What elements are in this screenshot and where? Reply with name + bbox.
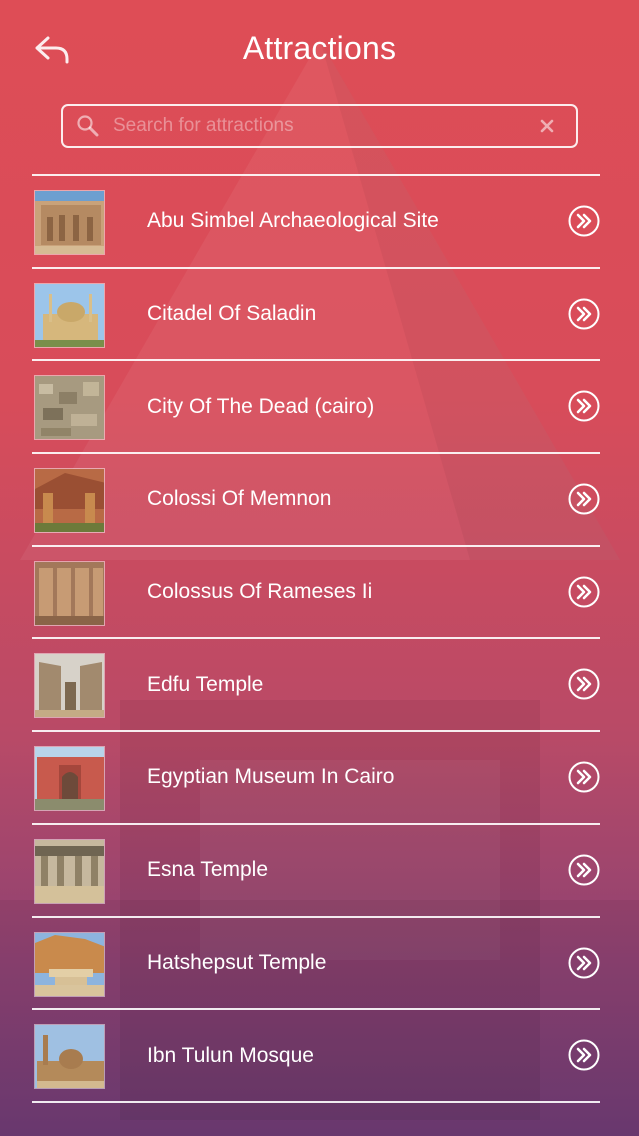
list-item[interactable]: Colossi Of Memnon <box>32 454 600 547</box>
double-chevron-right-icon[interactable] <box>568 298 600 330</box>
search-input[interactable] <box>113 115 518 137</box>
list-item-label: Citadel Of Saladin <box>147 302 317 326</box>
list-item[interactable]: Esna Temple <box>32 825 600 918</box>
attractions-list: Abu Simbel Archaeological Site Citadel O… <box>32 174 600 1103</box>
thumbnail-image <box>34 931 105 997</box>
search-bar <box>61 104 578 148</box>
clear-search-button[interactable] <box>518 119 576 133</box>
list-item[interactable]: Citadel Of Saladin <box>32 269 600 362</box>
double-chevron-right-icon[interactable] <box>568 576 600 608</box>
list-item-label: Ibn Tulun Mosque <box>147 1043 314 1067</box>
thumbnail-image <box>34 190 105 255</box>
header: Attractions <box>0 0 639 100</box>
double-chevron-right-icon[interactable] <box>568 1039 600 1071</box>
thumbnail-image <box>34 838 105 904</box>
list-item[interactable]: Abu Simbel Archaeological Site <box>32 176 600 269</box>
list-item[interactable]: Colossus Of Rameses Ii <box>32 547 600 640</box>
double-chevron-right-icon[interactable] <box>568 668 600 700</box>
page-title: Attractions <box>242 30 397 66</box>
double-chevron-right-icon[interactable] <box>568 947 600 979</box>
double-chevron-right-icon[interactable] <box>568 761 600 793</box>
list-item[interactable]: Ibn Tulun Mosque <box>32 1010 600 1103</box>
list-item-label: Edfu Temple <box>147 672 264 696</box>
list-item-label: City Of The Dead (cairo) <box>147 394 375 418</box>
list-item-label: Abu Simbel Archaeological Site <box>147 209 439 233</box>
list-item[interactable]: Hatshepsut Temple <box>32 918 600 1011</box>
list-item[interactable]: City Of The Dead (cairo) <box>32 361 600 455</box>
double-chevron-right-icon[interactable] <box>568 483 600 515</box>
thumbnail-image <box>34 468 105 534</box>
double-chevron-right-icon[interactable] <box>568 390 600 422</box>
list-item-label: Colossus Of Rameses Ii <box>147 580 373 604</box>
list-item[interactable]: Egyptian Museum In Cairo <box>32 732 600 825</box>
list-item-label: Hatshepsut Temple <box>147 950 327 974</box>
thumbnail-image <box>34 746 105 812</box>
thumbnail-image <box>34 653 105 719</box>
search-icon <box>63 114 113 138</box>
thumbnail-image <box>34 282 105 348</box>
list-item-label: Egyptian Museum In Cairo <box>147 765 395 789</box>
list-item-label: Colossi Of Memnon <box>147 487 332 511</box>
thumbnail-image <box>34 375 105 441</box>
double-chevron-right-icon[interactable] <box>568 205 600 237</box>
close-icon <box>540 119 554 133</box>
list-item-label: Esna Temple <box>147 858 269 882</box>
thumbnail-image <box>34 1024 105 1090</box>
double-chevron-right-icon[interactable] <box>568 854 600 886</box>
thumbnail-image <box>34 560 105 626</box>
list-item[interactable]: Edfu Temple <box>32 639 600 733</box>
